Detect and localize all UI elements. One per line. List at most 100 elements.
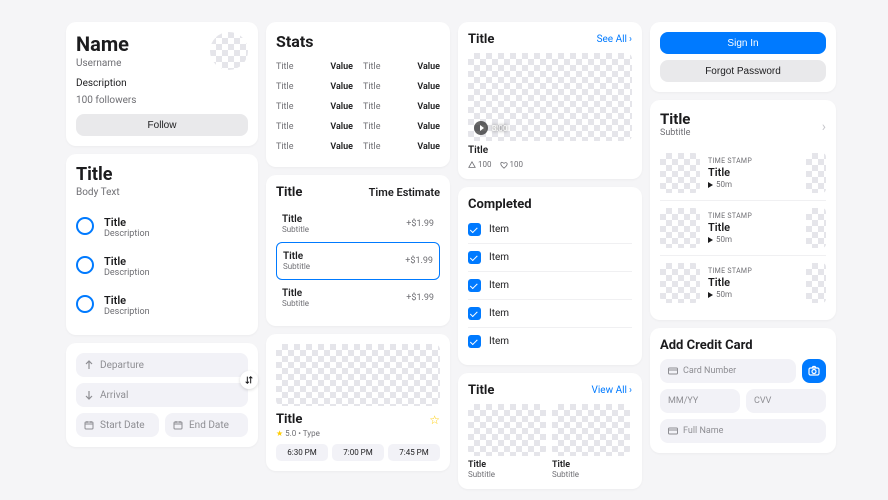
arrival-input[interactable]: Arrival bbox=[76, 383, 248, 407]
radio-option[interactable]: Title Description bbox=[76, 208, 248, 247]
checklist-label: Item bbox=[489, 280, 509, 291]
radio-description: Description bbox=[104, 268, 150, 278]
column-3: Title See All› 3:00 Title 100 100 bbox=[458, 22, 642, 489]
stat-value: Value bbox=[330, 82, 353, 92]
checklist-item[interactable]: Item bbox=[468, 300, 632, 328]
media-thumbnail bbox=[660, 153, 700, 193]
credit-card-icon bbox=[668, 426, 678, 436]
swap-button[interactable] bbox=[240, 371, 258, 389]
stat-label: Title bbox=[363, 102, 380, 112]
stat-value: Value bbox=[417, 122, 440, 132]
price-option-selected[interactable]: TitleSubtitle +$1.99 bbox=[276, 242, 440, 280]
checklist-item[interactable]: Item bbox=[468, 272, 632, 300]
cvv-input[interactable]: CVV bbox=[746, 389, 826, 413]
stat-row: TitleValue bbox=[276, 97, 353, 117]
favorite-star-icon[interactable]: ☆ bbox=[429, 413, 440, 427]
radio-option[interactable]: Title Description bbox=[76, 247, 248, 286]
scan-card-button[interactable] bbox=[802, 359, 826, 383]
view-count: 100 bbox=[478, 160, 492, 169]
arrow-down-icon bbox=[84, 390, 94, 400]
cc-form-title: Add Credit Card bbox=[660, 338, 826, 353]
arrival-placeholder: Arrival bbox=[100, 390, 128, 401]
media-thumbnail-peek bbox=[806, 153, 826, 193]
travel-search-card: Departure Arrival Start Date End Date bbox=[66, 343, 258, 447]
stat-label: Title bbox=[276, 102, 293, 112]
start-date-input[interactable]: Start Date bbox=[76, 413, 159, 437]
time-chip[interactable]: 6:30 PM bbox=[276, 444, 328, 461]
column-4: Sign In Forgot Password Title Subtitle ›… bbox=[650, 22, 836, 489]
layout-grid: Name Username Description 100 followers … bbox=[0, 0, 888, 499]
option-price: +$1.99 bbox=[406, 219, 434, 229]
media-item-title: Title bbox=[708, 166, 798, 179]
section-header-right: Time Estimate bbox=[369, 186, 440, 199]
tile-item[interactable]: Title Subtitle bbox=[552, 404, 630, 479]
calendar-icon bbox=[173, 420, 183, 430]
expiry-input[interactable]: MM/YY bbox=[660, 389, 740, 413]
completed-title: Completed bbox=[468, 197, 632, 212]
credit-card-form: Add Credit Card Card Number MM/YY CVV Fu… bbox=[650, 328, 836, 453]
time-chip[interactable]: 7:00 PM bbox=[332, 444, 384, 461]
media-list-item[interactable]: TIME STAMP Title 50m bbox=[660, 201, 826, 256]
checklist-item[interactable]: Item bbox=[468, 216, 632, 244]
star-icon: ★ bbox=[276, 429, 283, 438]
radio-icon bbox=[76, 217, 94, 235]
image-title: Title bbox=[276, 412, 302, 427]
media-thumbnail bbox=[660, 263, 700, 303]
end-date-placeholder: End Date bbox=[189, 420, 229, 431]
price-option[interactable]: TitleSubtitle +$1.99 bbox=[276, 206, 440, 242]
video-section: Title See All› 3:00 Title 100 100 bbox=[458, 22, 642, 179]
media-list-item[interactable]: TIME STAMP Title 50m bbox=[660, 146, 826, 201]
checkbox-checked-icon bbox=[468, 223, 481, 236]
checklist-item[interactable]: Item bbox=[468, 328, 632, 355]
view-icon bbox=[468, 161, 476, 169]
media-list-item[interactable]: TIME STAMP Title 50m bbox=[660, 256, 826, 310]
image-rating-card: Title ☆ ★5.0 • Type 6:30 PM 7:00 PM 7:45… bbox=[266, 334, 450, 471]
profile-username: Username bbox=[76, 58, 129, 69]
section-title: Title bbox=[468, 383, 494, 398]
play-icon bbox=[708, 292, 713, 298]
play-icon bbox=[708, 237, 713, 243]
tile-title: Title bbox=[468, 460, 546, 470]
stat-row: TitleValue bbox=[276, 57, 353, 77]
option-subtitle: Subtitle bbox=[283, 262, 310, 271]
option-subtitle: Subtitle bbox=[282, 225, 309, 234]
stat-label: Title bbox=[276, 122, 293, 132]
departure-input[interactable]: Departure bbox=[76, 353, 248, 377]
time-chip[interactable]: 7:45 PM bbox=[388, 444, 440, 461]
swap-icon bbox=[244, 375, 254, 385]
media-item-title: Title bbox=[708, 221, 798, 234]
checklist-item[interactable]: Item bbox=[468, 244, 632, 272]
time-estimate-card: Title Time Estimate TitleSubtitle +$1.99… bbox=[266, 175, 450, 326]
view-all-label: View All bbox=[592, 385, 627, 396]
end-date-input[interactable]: End Date bbox=[165, 413, 248, 437]
arrow-up-icon bbox=[84, 360, 94, 370]
chevron-right-icon[interactable]: › bbox=[822, 119, 826, 135]
stat-label: Title bbox=[363, 142, 380, 152]
forgot-password-button[interactable]: Forgot Password bbox=[660, 60, 826, 82]
sign-in-button[interactable]: Sign In bbox=[660, 32, 826, 54]
media-duration: 50m bbox=[716, 290, 732, 299]
card-number-input[interactable]: Card Number bbox=[660, 359, 796, 383]
media-list-title: Title bbox=[660, 110, 690, 128]
video-item[interactable]: 3:00 Title 100 100 bbox=[468, 53, 632, 169]
checkbox-checked-icon bbox=[468, 307, 481, 320]
see-all-link[interactable]: See All› bbox=[597, 34, 632, 45]
stat-row: TitleValue bbox=[363, 117, 440, 137]
view-all-link[interactable]: View All› bbox=[592, 385, 633, 396]
tile-item[interactable]: Title Subtitle bbox=[468, 404, 546, 479]
radio-option[interactable]: Title Description bbox=[76, 286, 248, 325]
follower-count: 100 followers bbox=[76, 95, 248, 106]
avatar[interactable] bbox=[210, 32, 248, 70]
media-duration: 50m bbox=[716, 235, 732, 244]
media-thumbnail-peek bbox=[806, 208, 826, 248]
stat-value: Value bbox=[417, 142, 440, 152]
option-title: Title bbox=[282, 288, 309, 299]
full-name-input[interactable]: Full Name bbox=[660, 419, 826, 443]
like-count: 100 bbox=[510, 160, 524, 169]
follow-button[interactable]: Follow bbox=[76, 114, 248, 136]
price-option[interactable]: TitleSubtitle +$1.99 bbox=[276, 280, 440, 316]
radio-icon bbox=[76, 256, 94, 274]
option-price: +$1.99 bbox=[406, 293, 434, 303]
checkbox-checked-icon bbox=[468, 279, 481, 292]
stat-value: Value bbox=[330, 122, 353, 132]
